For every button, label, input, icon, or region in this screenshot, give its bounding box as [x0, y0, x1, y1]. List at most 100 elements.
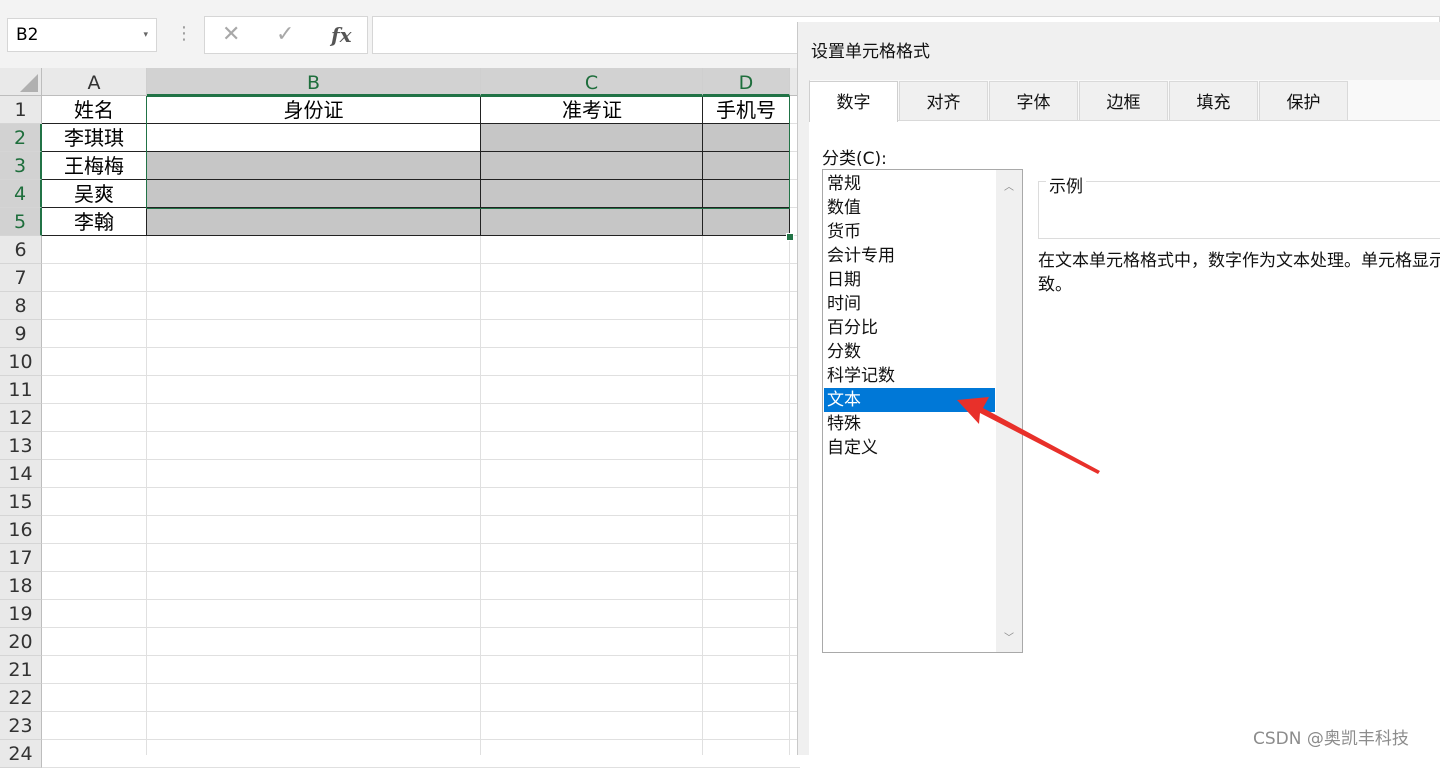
- row-header-11[interactable]: 11: [0, 376, 42, 404]
- row-header-1[interactable]: 1: [0, 96, 42, 124]
- row-gridline: [42, 571, 800, 572]
- row-gridline: [42, 711, 800, 712]
- category-item-special[interactable]: 特殊: [824, 412, 995, 436]
- row-gridline: [42, 291, 800, 292]
- dialog-title: 设置单元格格式: [811, 42, 930, 62]
- cancel-icon[interactable]: ✕: [222, 21, 240, 49]
- tab-number[interactable]: 数字: [809, 81, 898, 122]
- number-tab-panel: 分类(C): 常规 数值 货币 会计专用 日期 时间 百分比 分数 科学记数 文…: [809, 120, 1440, 756]
- tab-protection[interactable]: 保护: [1259, 81, 1348, 121]
- tab-fill[interactable]: 填充: [1169, 81, 1258, 121]
- watermark: CSDN @奥凯丰科技: [1253, 729, 1409, 749]
- description-line-1: 在文本单元格格式中，数字作为文本处理。单元格显示的内容与输入的内容完全一: [1038, 251, 1440, 271]
- row-gridline: [42, 263, 800, 264]
- cell-c3[interactable]: [481, 152, 703, 180]
- cell-a2[interactable]: 李琪琪: [42, 124, 147, 152]
- cell-d2[interactable]: [703, 124, 790, 152]
- chevron-down-icon[interactable]: ▾: [143, 19, 148, 51]
- row-header-18[interactable]: 18: [0, 572, 42, 600]
- row-gridline: [42, 319, 800, 320]
- row-header-24[interactable]: 24: [0, 740, 42, 768]
- category-item-fraction[interactable]: 分数: [824, 340, 995, 364]
- row-gridline: [42, 767, 800, 768]
- row-header-14[interactable]: 14: [0, 460, 42, 488]
- column-header-c[interactable]: C: [481, 68, 703, 96]
- category-item-text[interactable]: 文本: [824, 388, 995, 412]
- row-header-3[interactable]: 3: [0, 152, 42, 180]
- row-gridline: [42, 599, 800, 600]
- format-cells-dialog: 设置单元格格式 数字 对齐 字体 边框 填充 保护 分类(C): 常规 数值 货…: [797, 22, 1440, 756]
- tab-border[interactable]: 边框: [1079, 81, 1168, 121]
- scroll-up-icon[interactable]: ︿: [1004, 178, 1014, 193]
- row-header-5[interactable]: 5: [0, 208, 42, 236]
- scroll-down-icon[interactable]: ﹀: [1004, 629, 1014, 644]
- sample-label: 示例: [1046, 172, 1086, 197]
- row-header-2[interactable]: 2: [0, 124, 42, 152]
- cell-d1[interactable]: 手机号: [703, 96, 790, 124]
- category-item-general[interactable]: 常规: [824, 172, 995, 196]
- column-header-d[interactable]: D: [703, 68, 790, 96]
- row-header-23[interactable]: 23: [0, 712, 42, 740]
- row-header-20[interactable]: 20: [0, 628, 42, 656]
- spreadsheet-grid: A B C D 1 2 3 4 5 6 7 8 9 10 11 12 13 14 15 16 17 18 19 20 2…: [0, 68, 800, 768]
- cell-c5[interactable]: [481, 208, 703, 236]
- cell-b5[interactable]: [147, 208, 481, 236]
- row-header-21[interactable]: 21: [0, 656, 42, 684]
- row-header-12[interactable]: 12: [0, 404, 42, 432]
- category-item-custom[interactable]: 自定义: [824, 436, 995, 460]
- name-box[interactable]: B2 ▾: [7, 18, 157, 52]
- category-item-accounting[interactable]: 会计专用: [824, 244, 995, 268]
- category-scrollbar[interactable]: ︿ ﹀: [996, 170, 1022, 652]
- cell-b4[interactable]: [147, 180, 481, 208]
- category-list[interactable]: 常规 数值 货币 会计专用 日期 时间 百分比 分数 科学记数 文本 特殊 自定…: [822, 169, 1023, 653]
- row-header-4[interactable]: 4: [0, 180, 42, 208]
- description-line-2: 致。: [1038, 275, 1072, 295]
- row-header-22[interactable]: 22: [0, 684, 42, 712]
- tab-font[interactable]: 字体: [989, 81, 1078, 121]
- row-gridline: [42, 543, 800, 544]
- row-gridline: [42, 487, 800, 488]
- category-item-percentage[interactable]: 百分比: [824, 316, 995, 340]
- cell-a1[interactable]: 姓名: [42, 96, 147, 124]
- cell-d5[interactable]: [703, 208, 790, 236]
- row-header-10[interactable]: 10: [0, 348, 42, 376]
- cell-b1[interactable]: 身份证: [147, 96, 481, 124]
- drag-handle-icon[interactable]: ⋮: [175, 22, 193, 46]
- column-header-b[interactable]: B: [147, 68, 481, 96]
- category-item-number[interactable]: 数值: [824, 196, 995, 220]
- cell-d3[interactable]: [703, 152, 790, 180]
- row-header-15[interactable]: 15: [0, 488, 42, 516]
- cell-a5[interactable]: 李翰: [42, 208, 147, 236]
- row-gridline: [42, 739, 800, 740]
- row-header-16[interactable]: 16: [0, 516, 42, 544]
- category-item-scientific[interactable]: 科学记数: [824, 364, 995, 388]
- row-header-8[interactable]: 8: [0, 292, 42, 320]
- cell-c4[interactable]: [481, 180, 703, 208]
- row-header-19[interactable]: 19: [0, 600, 42, 628]
- tab-alignment[interactable]: 对齐: [899, 81, 988, 121]
- cell-c2[interactable]: [481, 124, 703, 152]
- cell-a4[interactable]: 吴爽: [42, 180, 147, 208]
- row-header-13[interactable]: 13: [0, 432, 42, 460]
- category-item-time[interactable]: 时间: [824, 292, 995, 316]
- row-header-17[interactable]: 17: [0, 544, 42, 572]
- cell-b3[interactable]: [147, 152, 481, 180]
- category-item-date[interactable]: 日期: [824, 268, 995, 292]
- fill-handle[interactable]: [786, 233, 794, 241]
- column-header-a[interactable]: A: [42, 68, 147, 96]
- row-gridline: [42, 403, 800, 404]
- cell-c1[interactable]: 准考证: [481, 96, 703, 124]
- row-header-6[interactable]: 6: [0, 236, 42, 264]
- cell-a3[interactable]: 王梅梅: [42, 152, 147, 180]
- cell-d4[interactable]: [703, 180, 790, 208]
- category-item-currency[interactable]: 货币: [824, 220, 995, 244]
- sample-box: [1038, 181, 1440, 239]
- insert-function-button[interactable]: fx: [331, 21, 352, 49]
- formula-buttons: ✕ ✓ fx: [204, 16, 368, 54]
- row-gridline: [42, 347, 800, 348]
- cell-b2-active[interactable]: [147, 124, 481, 152]
- enter-icon[interactable]: ✓: [276, 21, 294, 49]
- row-header-9[interactable]: 9: [0, 320, 42, 348]
- row-header-7[interactable]: 7: [0, 264, 42, 292]
- select-all-button[interactable]: [0, 68, 42, 96]
